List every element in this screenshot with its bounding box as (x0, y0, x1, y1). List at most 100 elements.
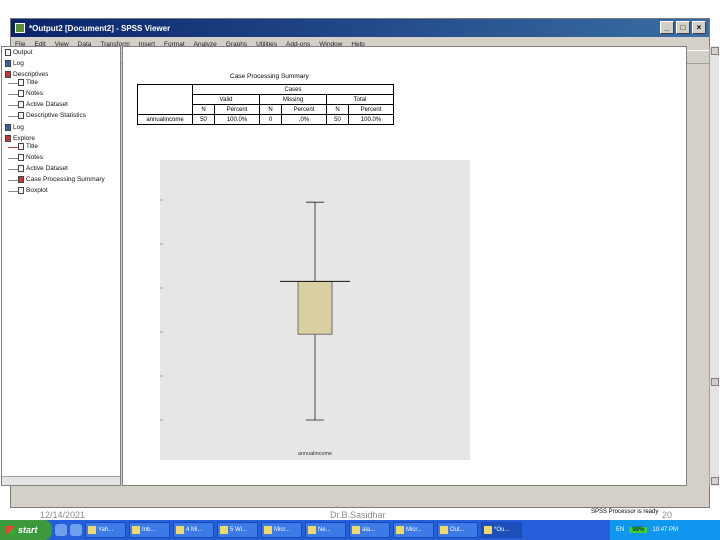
outline-item[interactable]: Active Dataset (18, 101, 68, 108)
outline-item[interactable]: Log (5, 124, 24, 131)
slide-date: 12/14/2021 (40, 510, 86, 520)
outline-item[interactable]: Descriptive Statistics (18, 112, 86, 119)
table-row-label: annualincome (137, 114, 193, 125)
taskbar-button[interactable]: Micr... (393, 522, 434, 538)
title-bar[interactable]: *Output2 [Document2] - SPSS Viewer _ □ × (11, 19, 709, 37)
outline-item[interactable]: Log (5, 60, 24, 67)
chart-icon (18, 187, 24, 194)
taskbar-button[interactable]: Out... (437, 522, 478, 538)
window-icon (396, 526, 404, 534)
taskbar-button[interactable]: Micr... (261, 522, 302, 538)
taskbar-button[interactable]: Inb... (129, 522, 170, 538)
outline-pane[interactable]: Output Log Descriptives Title Notes Acti… (1, 46, 121, 486)
slide-author: Dr.B.Sasidhar (330, 510, 386, 520)
book-icon (5, 71, 11, 78)
outline-item-label: Log (13, 124, 24, 131)
outline-item[interactable]: Case Processing Summary (18, 176, 105, 183)
content-vertical-scrollbar[interactable] (709, 46, 719, 486)
y-axis-ticks: 200.00220.00240.00260.00280.00300.00 (160, 199, 163, 421)
tree-connector (8, 158, 18, 159)
table-cell: 100.0% (348, 114, 394, 125)
table-header-cases: Cases (192, 84, 394, 95)
outline-item-label: Title (26, 143, 39, 150)
outline-item-label: Log (13, 60, 24, 67)
start-button[interactable]: start (0, 520, 52, 540)
taskbar-button-label: Micr... (274, 527, 290, 533)
media-quicklaunch-icon[interactable] (70, 524, 82, 536)
taskbar-button-label: Out... (450, 527, 465, 533)
scroll-down-arrow[interactable] (711, 477, 719, 485)
maximize-button[interactable]: □ (676, 21, 690, 34)
outline-item[interactable]: Output (5, 49, 33, 56)
outline-item-label: Output (13, 49, 33, 56)
outline-item[interactable]: Active Dataset (18, 165, 68, 172)
taskbar-button-label: Micr... (406, 527, 422, 533)
outline-item-label: Title (26, 79, 39, 86)
table-header-missing: Missing (259, 94, 327, 105)
interquartile-box (297, 281, 333, 335)
table-row: annualincome 50 100.0% 0 .0% 50 100.0% (137, 114, 394, 125)
outline-item[interactable]: Explore (5, 135, 35, 142)
folder-icon (5, 49, 11, 56)
outline-item[interactable]: Descriptives (5, 71, 48, 78)
outline-item-label: Explore (13, 135, 36, 142)
outline-item[interactable]: Notes (18, 154, 43, 161)
taskbar-button[interactable]: 5 Wi... (217, 522, 258, 538)
tree-connector (8, 147, 18, 148)
boxplot-chart[interactable]: 200.00220.00240.00260.00280.00300.00 ann… (160, 160, 470, 460)
table-cell: .0% (281, 114, 327, 125)
taskbar-button-label: 5 Wi... (230, 527, 248, 533)
outline-item[interactable]: Boxplot (18, 187, 48, 194)
spss-status-text: SPSS Processor is ready (589, 509, 661, 515)
outline-item-label: Active Dataset (26, 101, 68, 108)
close-button[interactable]: × (692, 21, 706, 34)
taskbar-button[interactable]: ala... (349, 522, 390, 538)
outline-item-label: Notes (26, 90, 43, 97)
taskbar-button-label: 4 Mi... (186, 527, 203, 533)
dataset-icon (18, 101, 24, 108)
taskbar-button[interactable]: 4 Mi... (173, 522, 214, 538)
tree-connector (8, 94, 18, 95)
summary-table-title: Case Processing Summary (230, 73, 309, 80)
title-icon (18, 143, 24, 150)
scroll-up-arrow[interactable] (711, 47, 719, 55)
taskbar-button-label: ala... (362, 527, 376, 533)
table-col-n: N (192, 104, 215, 115)
x-axis-category-label: annualincome (298, 451, 332, 457)
minimize-button[interactable]: _ (660, 21, 674, 34)
language-icon[interactable]: EN (616, 527, 624, 533)
outline-item[interactable]: Title (18, 79, 38, 86)
book-icon (5, 135, 11, 142)
system-tray: EN 99% 10:47 PM (610, 520, 720, 540)
window-title: *Output2 [Document2] - SPSS Viewer (29, 23, 171, 33)
taskbar-button-active[interactable]: *Ou... (481, 522, 522, 538)
table-header-total: Total (326, 94, 394, 105)
clock[interactable]: 10:47 PM (652, 527, 678, 533)
window-icon (132, 526, 140, 534)
table-col-n: N (259, 104, 282, 115)
taskbar-button[interactable]: Yah... (85, 522, 126, 538)
title-icon (18, 79, 24, 86)
window-icon (264, 526, 272, 534)
start-label: start (18, 525, 38, 535)
ie-quicklaunch-icon[interactable] (55, 524, 67, 536)
scroll-thumb[interactable] (711, 378, 719, 386)
table-icon (18, 112, 24, 119)
table-col-percent: Percent (348, 104, 394, 115)
tree-connector (8, 169, 18, 170)
outline-item-label: Notes (26, 154, 43, 161)
outline-item[interactable]: Notes (18, 90, 43, 97)
case-processing-summary-table[interactable]: Cases Valid Missing Total N Percent N Pe… (137, 84, 394, 125)
taskbar-button[interactable]: Ne... (305, 522, 346, 538)
table-cell: 50 (326, 114, 349, 125)
slide-page-number: 20 (662, 510, 673, 520)
window-icon (220, 526, 228, 534)
outline-item[interactable]: Title (18, 143, 38, 150)
tree-connector (8, 105, 18, 106)
table-corner (137, 84, 193, 115)
window-icon (176, 526, 184, 534)
battery-badge[interactable]: 99% (629, 527, 648, 533)
table-header-valid: Valid (192, 94, 260, 105)
dataset-icon (18, 165, 24, 172)
outline-horizontal-scrollbar[interactable] (2, 476, 120, 485)
